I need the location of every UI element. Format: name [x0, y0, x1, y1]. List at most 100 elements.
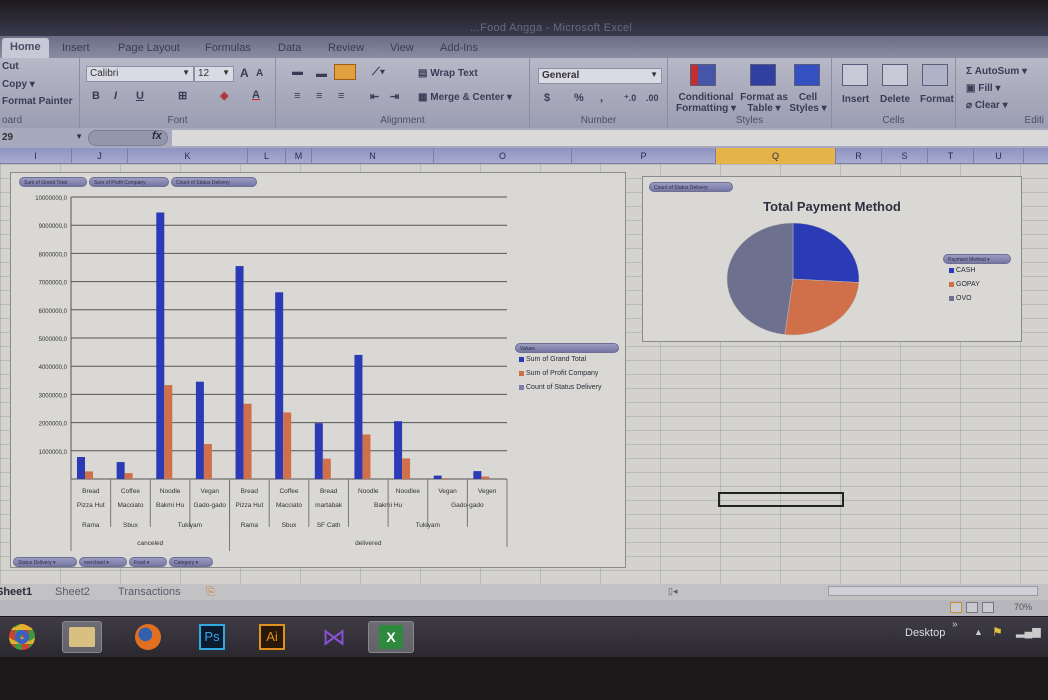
grow-font-button[interactable]: A — [240, 66, 249, 80]
insert-button[interactable]: Insert — [842, 94, 869, 105]
page-break-view-icon[interactable] — [982, 602, 994, 613]
column-header[interactable]: P — [572, 148, 716, 164]
taskbar-photoshop[interactable]: Ps — [192, 621, 232, 653]
font-name-select[interactable]: Calibri ▼ — [86, 66, 194, 82]
horizontal-scrollbar[interactable] — [828, 586, 1038, 596]
fill-color-icon[interactable]: ◈ — [220, 89, 228, 102]
pie-chart[interactable]: Count of Status Delivery Total Payment M… — [642, 176, 1022, 342]
cut-button[interactable]: Cut — [2, 61, 19, 72]
borders-icon[interactable]: ⊞ — [178, 89, 187, 102]
taskbar-chrome[interactable] — [2, 621, 42, 653]
conditional-formatting-button[interactable]: Conditional Formatting ▾ — [674, 92, 738, 114]
comma-button[interactable]: , — [600, 92, 603, 104]
taskbar-visual-studio[interactable]: ⋈ — [314, 621, 354, 653]
column-header[interactable]: U — [974, 148, 1024, 164]
currency-button[interactable]: $ — [544, 92, 550, 104]
merge-center-button[interactable]: ▦ Merge & Center ▾ — [418, 92, 512, 103]
sheet-tab-sheet2[interactable]: Sheet2 — [55, 586, 90, 598]
action-center-flag-icon[interactable]: ⚑ — [992, 625, 1003, 639]
tab-insert[interactable]: Insert — [62, 42, 90, 58]
wrap-text-button[interactable]: ▤ Wrap Text — [418, 68, 478, 79]
scroll-left-icon[interactable]: ▯◂ — [668, 586, 677, 597]
align-right-icon[interactable]: ≡ — [338, 90, 344, 102]
bar-grand-total — [473, 471, 482, 479]
formula-input[interactable] — [172, 130, 1048, 146]
x-tick-label: Vegan — [438, 488, 457, 495]
column-header[interactable]: J — [72, 148, 128, 164]
overflow-icon[interactable]: » — [952, 619, 958, 630]
taskbar-illustrator[interactable]: Ai — [252, 621, 292, 653]
tab-data[interactable]: Data — [278, 42, 301, 58]
axis-field-button[interactable]: Food ▾ — [129, 557, 167, 567]
wrap-text-icon: ▤ — [418, 68, 431, 79]
new-sheet-icon[interactable]: ⎘ — [206, 586, 215, 599]
tray-expand-icon[interactable]: ▲ — [974, 627, 983, 637]
format-as-table-button[interactable]: Format as Table ▾ — [740, 92, 788, 114]
align-left-icon[interactable]: ≡ — [294, 90, 300, 102]
taskbar-excel[interactable]: X — [368, 621, 414, 653]
increase-indent-icon[interactable]: ⇥ — [390, 90, 399, 103]
name-box[interactable]: 29 ▼ — [0, 130, 85, 146]
selected-cell[interactable] — [718, 492, 844, 507]
format-painter-button[interactable]: Format Painter — [2, 96, 73, 107]
taskbar-file-explorer[interactable] — [62, 621, 102, 653]
normal-view-icon[interactable] — [950, 602, 962, 613]
taskbar-firefox[interactable] — [128, 621, 168, 653]
network-signal-icon[interactable]: ▂▄▆ — [1016, 625, 1041, 638]
number-format-select[interactable]: General ▼ — [538, 68, 662, 84]
align-middle-icon[interactable]: ▬ — [316, 68, 327, 80]
tab-formulas[interactable]: Formulas — [205, 42, 251, 58]
column-header[interactable]: T — [928, 148, 974, 164]
italic-button[interactable]: I — [114, 90, 117, 102]
fx-icon[interactable]: fx — [152, 130, 162, 142]
column-header[interactable]: S — [882, 148, 928, 164]
column-header[interactable]: M — [286, 148, 312, 164]
font-color-icon[interactable]: A — [252, 89, 260, 101]
underline-button[interactable]: U — [136, 90, 144, 102]
column-header[interactable]: K — [128, 148, 248, 164]
column-header[interactable]: N — [312, 148, 434, 164]
bold-button[interactable]: B — [92, 90, 100, 102]
tab-page-layout[interactable]: Page Layout — [118, 42, 180, 58]
font-size-select[interactable]: 12 ▼ — [194, 66, 234, 82]
align-center-icon[interactable]: ≡ — [316, 90, 322, 102]
cells-label: Cells — [882, 115, 905, 126]
copy-button[interactable]: Copy ▾ — [2, 79, 35, 90]
zoom-level[interactable]: 70% — [1014, 602, 1032, 612]
axis-field-button[interactable]: Status Delivery ▾ — [13, 557, 77, 567]
tab-view[interactable]: View — [390, 42, 414, 58]
tab-review[interactable]: Review — [328, 42, 364, 58]
pivot-bar-chart[interactable]: Sum of Grand Total Sum of Profit Company… — [10, 172, 626, 568]
desktop-toolbar-label[interactable]: Desktop — [905, 627, 945, 639]
sheet-tab-transactions[interactable]: Transactions — [118, 586, 181, 598]
orientation-icon[interactable]: ⟋▾ — [372, 66, 385, 79]
cell-styles-button[interactable]: Cell Styles ▾ — [788, 92, 828, 114]
sheet-tab-sheet1[interactable]: Sheet1 — [0, 586, 32, 598]
page-layout-view-icon[interactable] — [966, 602, 978, 613]
tab-add-ins[interactable]: Add-Ins — [440, 42, 478, 58]
column-header[interactable]: I — [0, 148, 72, 164]
column-header[interactable]: R — [836, 148, 882, 164]
conditional-formatting-icon — [690, 64, 716, 86]
decrease-indent-icon[interactable]: ⇤ — [370, 90, 379, 103]
align-top-icon[interactable]: ▬ — [292, 66, 303, 78]
axis-field-button[interactable]: Category ▾ — [169, 557, 213, 567]
format-button[interactable]: Format — [920, 94, 954, 105]
fill-button[interactable]: ▣ Fill ▾ — [966, 83, 1000, 94]
shrink-font-button[interactable]: A — [256, 68, 263, 79]
column-header[interactable]: L — [248, 148, 286, 164]
insert-cells-icon — [842, 64, 868, 86]
column-header-selected[interactable]: Q — [716, 148, 836, 164]
delete-button[interactable]: Delete — [880, 94, 910, 105]
align-bottom-icon[interactable] — [334, 64, 356, 80]
percent-button[interactable]: % — [574, 92, 584, 104]
decrease-decimal-button[interactable]: .00 — [646, 93, 659, 103]
autosum-button[interactable]: Σ AutoSum ▾ — [966, 66, 1027, 77]
legend-field-button[interactable]: Payment Method ▾ — [943, 254, 1011, 264]
tab-home[interactable]: Home — [2, 38, 49, 58]
column-header[interactable]: O — [434, 148, 572, 164]
clear-button[interactable]: ⌀ Clear ▾ — [966, 100, 1008, 111]
y-tick-label: 3000000,0 — [39, 393, 68, 399]
increase-decimal-button[interactable]: ⁺.0 — [624, 93, 636, 104]
axis-field-button[interactable]: merchant ▾ — [79, 557, 127, 567]
